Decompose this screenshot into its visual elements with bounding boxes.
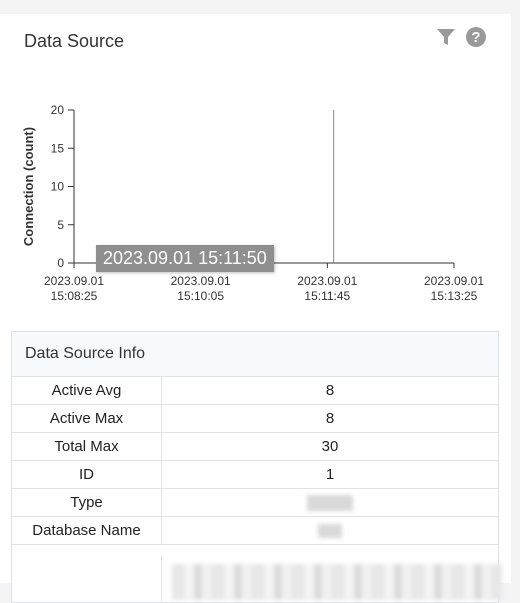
x-tick-label-date: 2023.09.01: [424, 274, 484, 288]
info-table: Active Avg 8 Active Max 8 Total Max 30 I…: [12, 377, 498, 545]
y-tick-label: 15: [51, 141, 65, 155]
connection-chart: 20 15 10 5 0 2023.09.01 15:08:25 2023.09.01 15:1…: [0, 84, 511, 304]
panel-title: Data Source: [24, 31, 125, 51]
row-key: Total Max: [12, 432, 162, 461]
panel-header: Data Source ?: [24, 27, 487, 54]
row-value-redacted: [161, 488, 498, 517]
header-icons: ?: [435, 26, 487, 48]
y-tick-label: 10: [51, 180, 65, 194]
table-row: ID 1: [12, 460, 498, 489]
y-axis-label: Connection (count): [21, 127, 36, 246]
row-key: Type: [12, 488, 162, 517]
filter-icon[interactable]: [435, 26, 457, 48]
row-value-redacted: [161, 516, 498, 545]
redacted-row-key: [12, 555, 162, 601]
x-tick-label-date: 2023.09.01: [44, 274, 104, 288]
y-tick-label: 20: [51, 103, 65, 117]
x-tick-label-time: 15:11:45: [304, 289, 350, 303]
x-tick-label-date: 2023.09.01: [297, 274, 357, 288]
chart-tooltip: 2023.09.01 15:11:50: [96, 245, 274, 272]
table-row: Type: [12, 488, 498, 517]
table-row: Total Max 30: [12, 432, 498, 461]
row-key: Active Max: [12, 404, 162, 433]
help-icon[interactable]: ?: [465, 26, 487, 48]
redacted-row-value: [172, 564, 502, 600]
row-value: 30: [161, 432, 498, 461]
row-value: 1: [161, 460, 498, 489]
table-row: Active Avg 8: [12, 377, 498, 405]
redacted-value: [307, 495, 353, 512]
row-value: 8: [161, 404, 498, 433]
x-tick-label-time: 15:08:25: [51, 289, 98, 303]
x-tick-label-date: 2023.09.01: [171, 274, 231, 288]
info-title: Data Source Info: [12, 332, 498, 377]
data-source-panel: Data Source ? 20 15 10 5 0 2023.09.01 15:08:25…: [0, 14, 511, 603]
x-tick-label-time: 15:13:25: [431, 289, 478, 303]
table-row: Database Name: [12, 516, 498, 545]
y-tick-label: 0: [57, 256, 64, 270]
redacted-value: [318, 524, 342, 539]
row-value: 8: [161, 377, 498, 405]
data-source-info: Data Source Info Active Avg 8 Active Max…: [11, 331, 502, 603]
y-tick-label: 5: [57, 218, 64, 232]
row-key: Database Name: [12, 516, 162, 545]
row-key: ID: [12, 460, 162, 489]
x-tick-label-time: 15:10:05: [177, 289, 224, 303]
row-key: Active Avg: [12, 377, 162, 405]
table-row: Active Max 8: [12, 404, 498, 433]
svg-text:?: ?: [471, 29, 480, 46]
